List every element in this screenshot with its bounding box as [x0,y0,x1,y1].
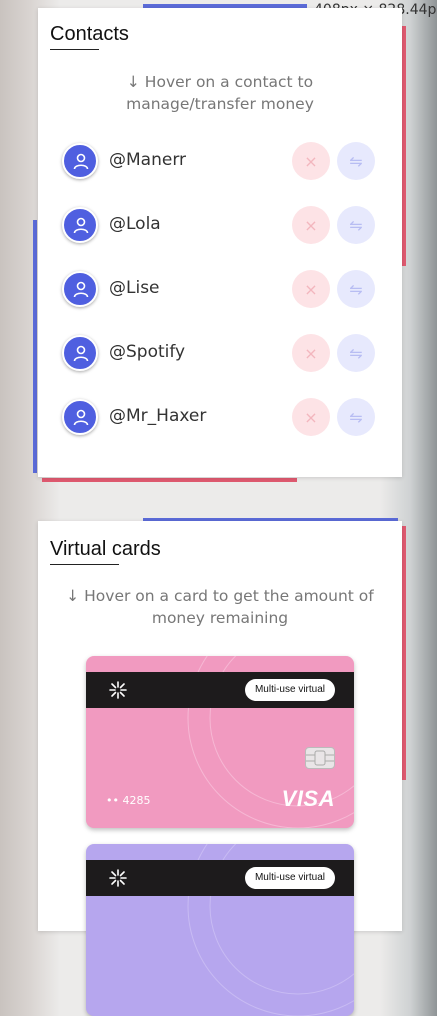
cards-title: Virtual cards [50,538,161,560]
user-avatar-icon [62,271,98,307]
transfer-arrows-icon: ⇋ [349,407,363,427]
contacts-hint: ↓ Hover on a contact to manage/transfer … [126,73,314,113]
contacts-title: Contacts [50,23,129,45]
transfer-arrows-icon: ⇋ [349,151,363,171]
user-avatar-icon [62,143,98,179]
card-band: Multi-use virtual [86,860,354,896]
contact-handle: @Manerr [109,150,186,170]
close-icon: × [304,279,318,299]
transfer-money-button[interactable]: ⇋ [337,270,375,308]
close-icon: × [304,343,318,363]
delete-contact-button[interactable]: × [292,206,330,244]
card-band: Multi-use virtual [86,672,354,708]
contact-row[interactable]: @Lise × ⇋ [62,269,382,309]
close-icon: × [304,407,318,427]
user-avatar-icon [62,207,98,243]
transfer-arrows-icon: ⇋ [349,215,363,235]
contact-row[interactable]: @Spotify × ⇋ [62,333,382,373]
contact-row[interactable]: @Mr_Haxer × ⇋ [62,397,382,437]
contact-handle: @Lola [109,214,161,234]
sparkle-logo-icon [109,869,127,887]
contacts-accent-bottom [42,478,297,482]
transfer-money-button[interactable]: ⇋ [337,142,375,180]
user-avatar-icon [62,399,98,435]
contact-handle: @Lise [109,278,160,298]
sparkle-logo-icon [109,681,127,699]
card-number: •• 4285 [106,794,151,807]
transfer-arrows-icon: ⇋ [349,343,363,363]
contacts-title-underline [50,49,99,50]
cards-title-underline [50,564,119,565]
card-type-badge: Multi-use virtual [244,679,335,701]
card-chip-icon [305,747,335,769]
virtual-card-2[interactable]: Multi-use virtual [86,844,354,1016]
contacts-accent-right [402,26,406,266]
user-avatar-icon [62,335,98,371]
delete-contact-button[interactable]: × [292,334,330,372]
delete-contact-button[interactable]: × [292,398,330,436]
transfer-money-button[interactable]: ⇋ [337,398,375,436]
contacts-accent-left [33,220,37,473]
cards-panel: Virtual cards ↓ Hover on a card to get t… [38,521,402,1016]
virtual-card-1[interactable]: Multi-use virtual •• 4285 VISA [86,656,354,828]
cards-accent-right [402,526,406,780]
contact-handle: @Spotify [109,342,186,362]
contact-handle: @Mr_Haxer [109,406,207,426]
delete-contact-button[interactable]: × [292,270,330,308]
transfer-money-button[interactable]: ⇋ [337,334,375,372]
close-icon: × [304,151,318,171]
delete-contact-button[interactable]: × [292,142,330,180]
contact-row[interactable]: @Manerr × ⇋ [62,141,382,181]
transfer-money-button[interactable]: ⇋ [337,206,375,244]
card-type-badge: Multi-use virtual [244,867,335,889]
transfer-arrows-icon: ⇋ [349,279,363,299]
close-icon: × [304,215,318,235]
contact-row[interactable]: @Lola × ⇋ [62,205,382,245]
cards-hint: ↓ Hover on a card to get the amount of m… [66,587,374,627]
contacts-panel: Contacts ↓ Hover on a contact to manage/… [38,8,402,477]
visa-logo: VISA [281,786,335,811]
